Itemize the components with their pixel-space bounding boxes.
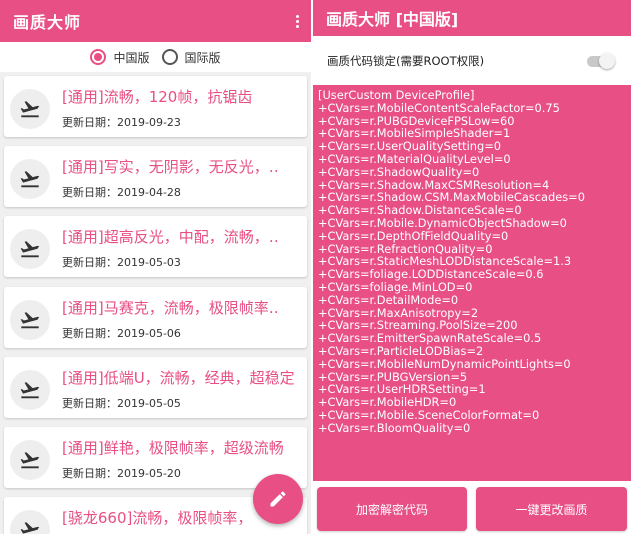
encrypt-decrypt-button[interactable]: 加密解密代码 bbox=[317, 487, 467, 531]
preset-title: [通用]马赛克，流畅，极限帧率‥ bbox=[62, 298, 279, 317]
preset-title: [骁龙660]流畅，极限帧率， bbox=[62, 509, 253, 528]
radio-international-label: 国际版 bbox=[184, 50, 221, 65]
code-lock-switch[interactable] bbox=[587, 52, 615, 69]
date-prefix: 更新日期： bbox=[62, 396, 117, 410]
airplane-takeoff-icon bbox=[10, 510, 50, 534]
switch-thumb[interactable] bbox=[599, 52, 615, 69]
preset-detail-panel: 画质大师 [中国版] 画质代码锁定(需要ROOT权限) [UserCustom … bbox=[313, 0, 631, 534]
code-lock-row: 画质代码锁定(需要ROOT权限) bbox=[313, 36, 631, 85]
app-title: 画质大师 bbox=[13, 13, 82, 32]
code-line: +CVars=r.MobileContentScaleFactor=0.75 bbox=[318, 100, 560, 115]
apply-quality-button[interactable]: 一键更改画质 bbox=[476, 487, 627, 531]
code-line: +CVars=r.ShadowQuality=0 bbox=[318, 164, 480, 179]
detail-title: 画质大师 [中国版] bbox=[326, 10, 459, 29]
edit-fab[interactable] bbox=[253, 474, 303, 524]
code-line: +CVars=r.MobileNumDynamicPointLights=0 bbox=[318, 356, 571, 371]
action-button-row: 加密解密代码 一键更改画质 bbox=[313, 484, 631, 534]
radio-china-label: 中国版 bbox=[113, 50, 150, 65]
code-line: +CVars=r.MaterialQualityLevel=0 bbox=[318, 151, 511, 166]
code-line: +CVars=r.BloomQuality=0 bbox=[318, 420, 471, 435]
code-line: +CVars=r.DepthOfFieldQuality=0 bbox=[318, 228, 509, 243]
screen: 画质大师 中国版 国际版 [通用]流畅，120帧，抗锯齿 更新日期：2019-09… bbox=[0, 0, 631, 534]
date-prefix: 更新日期： bbox=[62, 186, 117, 200]
preset-card[interactable]: [通用]超高反光，中配，流畅，‥ 更新日期：2019-05-03 bbox=[4, 216, 307, 278]
preset-title: [通用]写实，无阴影，无反光，‥ bbox=[62, 158, 279, 177]
date-prefix: 更新日期： bbox=[62, 256, 117, 270]
code-line: +CVars=r.Mobile.SceneColorFormat=0 bbox=[318, 407, 540, 422]
code-lock-label: 画质代码锁定(需要ROOT权限) bbox=[327, 53, 485, 68]
date-value: 2019-05-06 bbox=[117, 326, 181, 340]
preset-title: [通用]低端U，流畅，经典，超稳定 bbox=[62, 368, 295, 387]
date-value: 2019-04-28 bbox=[117, 186, 181, 200]
preset-title: [通用]超高反光，中配，流畅，‥ bbox=[62, 228, 279, 247]
preset-date: 更新日期：2019-04-28 bbox=[62, 184, 181, 200]
more-vert-icon[interactable] bbox=[294, 11, 301, 32]
config-code-textarea[interactable]: [UserCustom DeviceProfile] +CVars=r.Mobil… bbox=[313, 85, 631, 481]
radio-checked-icon[interactable] bbox=[90, 49, 107, 65]
code-line: [UserCustom DeviceProfile] bbox=[318, 88, 475, 102]
airplane-takeoff-icon bbox=[10, 369, 50, 410]
preset-date: 更新日期：2019-05-05 bbox=[62, 395, 181, 411]
date-value: 2019-05-20 bbox=[117, 467, 181, 480]
radio-international[interactable]: 国际版 bbox=[161, 49, 221, 66]
airplane-takeoff-icon bbox=[10, 299, 50, 340]
preset-title: [通用]流畅，120帧，抗锯齿 bbox=[62, 88, 253, 106]
airplane-takeoff-icon bbox=[10, 229, 50, 270]
preset-title: [通用]鲜艳，极限帧率，超级流畅 bbox=[62, 439, 284, 457]
code-line: +CVars=r.ParticleLODBias=2 bbox=[318, 343, 484, 358]
app-bar: 画质大师 bbox=[0, 0, 311, 42]
code-line: +CVars=foliage.MinLOD=0 bbox=[318, 279, 473, 294]
preset-card[interactable]: [通用]低端U，流畅，经典，超稳定 更新日期：2019-05-05 bbox=[4, 356, 307, 418]
date-prefix: 更新日期： bbox=[62, 116, 117, 129]
date-value: 2019-05-05 bbox=[117, 396, 181, 410]
date-prefix: 更新日期： bbox=[62, 326, 117, 340]
radio-unchecked-icon[interactable] bbox=[161, 49, 178, 65]
preset-card[interactable]: [通用]流畅，120帧，抗锯齿 更新日期：2019-09-23 bbox=[4, 76, 307, 137]
preset-date: 更新日期：2019-09-23 bbox=[62, 114, 181, 130]
code-line: +CVars=r.Mobile.DynamicObjectShadow=0 bbox=[318, 215, 567, 230]
radio-china[interactable]: 中国版 bbox=[90, 49, 150, 66]
airplane-takeoff-icon bbox=[10, 159, 50, 200]
preset-date: 更新日期：2019-05-03 bbox=[62, 254, 181, 270]
airplane-takeoff-icon bbox=[10, 440, 50, 480]
code-line: +CVars=r.DetailMode=0 bbox=[318, 292, 459, 307]
preset-card[interactable]: [通用]写实，无阴影，无反光，‥ 更新日期：2019-04-28 bbox=[4, 146, 307, 208]
preset-date: 更新日期：2019-05-06 bbox=[62, 325, 181, 341]
preset-card[interactable]: [通用]马赛克，流畅，极限帧率‥ 更新日期：2019-05-06 bbox=[4, 286, 307, 348]
code-line: +CVars=r.MobileHDR=0 bbox=[318, 395, 457, 410]
detail-app-bar: 画质大师 [中国版] bbox=[313, 0, 631, 36]
pencil-icon bbox=[270, 491, 286, 507]
preset-list-panel: 画质大师 中国版 国际版 [通用]流畅，120帧，抗锯齿 更新日期：2019-09… bbox=[0, 0, 311, 534]
preset-date: 更新日期：2019-05-20 bbox=[62, 465, 181, 481]
date-prefix: 更新日期： bbox=[62, 467, 117, 480]
region-radio-group: 中国版 国际版 bbox=[0, 42, 311, 72]
airplane-takeoff-icon bbox=[10, 89, 50, 129]
date-value: 2019-05-03 bbox=[117, 256, 181, 270]
date-value: 2019-09-23 bbox=[117, 116, 181, 129]
